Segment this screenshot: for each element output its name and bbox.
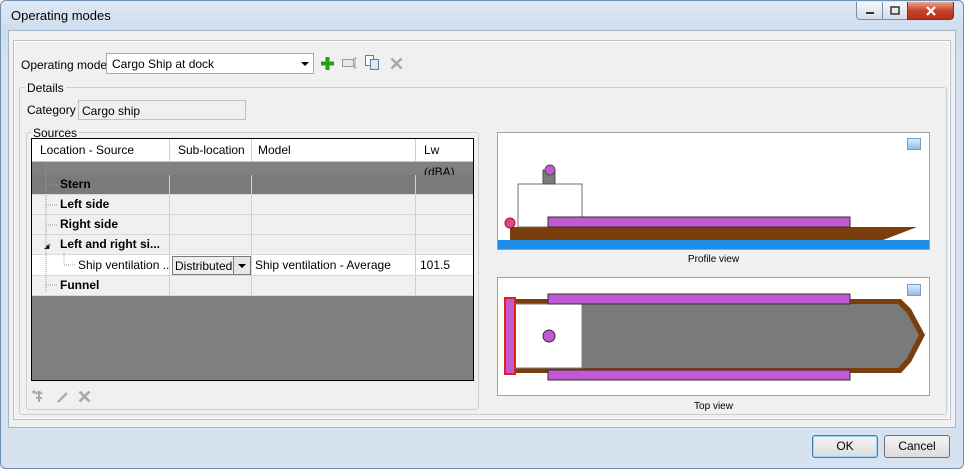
chevron-down-icon[interactable]	[233, 257, 250, 274]
sub-location-value: Distributed	[175, 259, 233, 273]
close-button[interactable]	[907, 2, 954, 20]
profile-view-caption: Profile view	[687, 254, 740, 265]
title-bar[interactable]: Operating modes	[1, 1, 963, 29]
operating-mode-value: Cargo Ship at dock	[112, 57, 215, 71]
col-sub-location[interactable]: Sub-location	[170, 139, 252, 161]
left-side-source	[547, 293, 851, 305]
row-lw[interactable]	[416, 215, 473, 234]
close-icon	[925, 5, 936, 16]
row-sub-location[interactable]	[170, 215, 252, 234]
row-sub-location[interactable]	[170, 195, 252, 214]
row-lw[interactable]	[416, 276, 473, 295]
table-row[interactable]: Right side	[32, 215, 473, 235]
grid-header: Location - Source Sub-location Model Lw …	[32, 139, 473, 179]
row-model[interactable]	[252, 195, 416, 214]
table-row[interactable]: Left side	[32, 195, 473, 215]
row-model[interactable]	[252, 276, 416, 295]
table-row[interactable]: Stern	[32, 175, 473, 195]
pencil-icon	[56, 392, 68, 403]
delete-icon	[78, 390, 90, 402]
table-row[interactable]: Ship ventilation ... Distributed Ship ve…	[32, 255, 473, 276]
funnel-source-marker	[544, 164, 556, 176]
row-model[interactable]	[252, 215, 416, 234]
row-lw[interactable]: 101.5	[420, 258, 450, 272]
table-row[interactable]: ◢ Left and right si...	[32, 235, 473, 255]
ship-profile-drawing	[498, 164, 929, 249]
col-model[interactable]: Model	[252, 139, 416, 161]
operating-modes-window: Operating modes Operating mode Cargo Shi…	[0, 0, 964, 469]
col-location-source[interactable]: Location - Source	[32, 139, 170, 161]
row-model[interactable]: Ship ventilation - Average	[255, 258, 391, 272]
row-lw[interactable]	[416, 175, 473, 194]
minimize-button[interactable]	[856, 2, 883, 20]
water-line	[498, 240, 929, 249]
plus-icon	[320, 56, 334, 70]
table-row[interactable]: Funnel	[32, 276, 473, 296]
row-model[interactable]	[252, 175, 416, 194]
funnel-source-marker	[542, 329, 556, 343]
right-side-source	[547, 369, 851, 381]
top-view-canvas[interactable]	[497, 277, 930, 396]
details-group-title: Details	[25, 81, 66, 95]
ok-button[interactable]: OK	[812, 435, 878, 458]
row-sub-location[interactable]	[170, 235, 252, 254]
profile-view-canvas[interactable]	[497, 132, 930, 250]
copy-mode-button[interactable]	[364, 54, 380, 70]
dialog-client-area: Operating mode Cargo Ship at dock Detail…	[8, 30, 956, 428]
category-field[interactable]: Cargo ship	[78, 100, 246, 120]
add-source-button[interactable]	[31, 388, 47, 404]
row-sub-location[interactable]	[170, 175, 252, 194]
window-title: Operating modes	[11, 8, 111, 23]
edit-source-button[interactable]	[54, 388, 70, 404]
row-model[interactable]	[252, 235, 416, 254]
add-mode-button[interactable]	[319, 55, 335, 71]
row-sub-location[interactable]	[170, 276, 252, 295]
rename-icon	[341, 57, 356, 69]
col-lw-dba[interactable]: Lw (dBA)	[416, 139, 473, 179]
stern-source-marker	[504, 217, 516, 229]
maximize-icon	[890, 6, 900, 15]
ship-top-drawing	[504, 293, 925, 381]
stern-source	[504, 297, 516, 375]
row-sub-location-cell: Distributed	[170, 255, 252, 275]
cancel-button[interactable]: Cancel	[884, 435, 950, 458]
delete-source-button[interactable]	[76, 388, 92, 404]
top-view-caption: Top view	[694, 401, 733, 412]
operating-mode-label: Operating mode	[21, 58, 108, 72]
delete-mode-button[interactable]	[388, 55, 404, 71]
row-lw[interactable]	[416, 195, 473, 214]
minimize-icon	[865, 11, 874, 14]
category-label: Category	[27, 103, 76, 117]
image-icon[interactable]	[907, 284, 921, 296]
sources-grid: Location - Source Sub-location Model Lw …	[31, 138, 474, 381]
add-source-icon	[32, 390, 43, 402]
row-lw[interactable]	[416, 235, 473, 254]
hull-profile	[510, 227, 917, 240]
tree-lines	[45, 163, 76, 293]
sub-location-select[interactable]: Distributed	[172, 256, 251, 275]
copy-icon	[364, 54, 379, 70]
chevron-down-icon	[301, 62, 309, 66]
operating-mode-select[interactable]: Cargo Ship at dock	[106, 53, 314, 74]
rename-mode-button[interactable]	[341, 55, 357, 71]
maximize-button[interactable]	[882, 2, 908, 20]
category-value: Cargo ship	[82, 104, 141, 118]
deck-ventilation-source	[547, 216, 851, 228]
image-icon[interactable]	[907, 138, 921, 150]
delete-icon	[390, 57, 402, 69]
